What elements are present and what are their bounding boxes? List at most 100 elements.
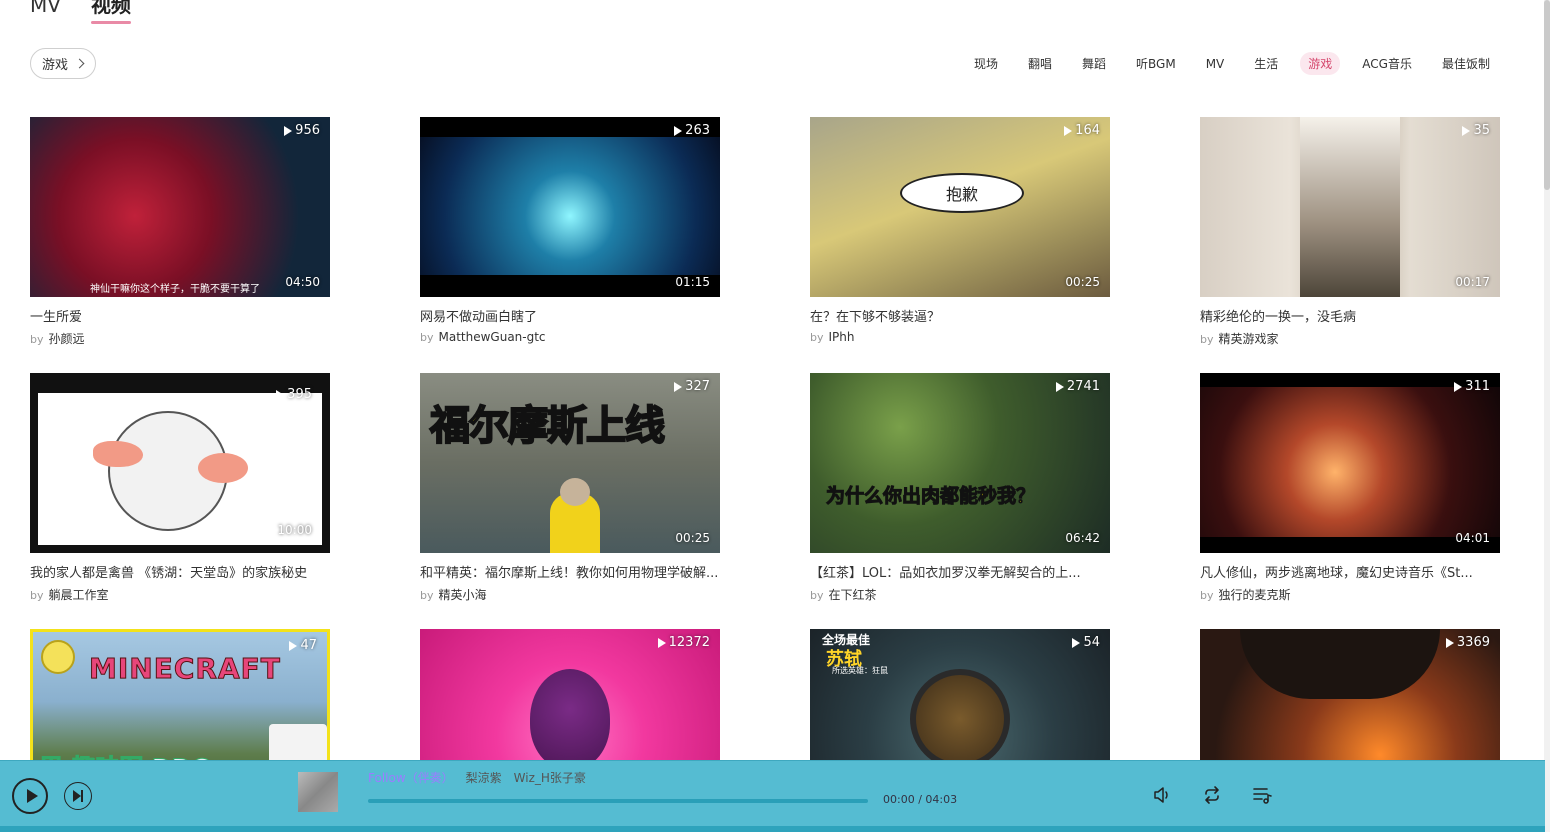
video-author: by MatthewGuan-gtc bbox=[420, 330, 546, 344]
tag-acg[interactable]: ACG音乐 bbox=[1354, 52, 1420, 75]
video-thumbnail[interactable]: 福尔摩斯上线 327 00:25 bbox=[420, 373, 720, 553]
play-count: 311 bbox=[1454, 379, 1490, 394]
tab-video[interactable]: 视频 bbox=[90, 0, 131, 24]
chevron-right-icon bbox=[74, 58, 85, 69]
video-title[interactable]: 【红茶】LOL：品如衣加罗汉拳无解契合的上... bbox=[810, 562, 1110, 581]
artist-name[interactable]: Wiz_H张子豪 bbox=[514, 769, 586, 786]
video-card: 263 01:15 网易不做动画白瞎了 by MatthewGuan-gtc bbox=[420, 117, 720, 344]
video-duration: 04:01 bbox=[1455, 531, 1490, 545]
video-title[interactable]: 凡人修仙，两步逃离地球，魔幻史诗音乐《St... bbox=[1200, 562, 1500, 581]
tag-mv[interactable]: MV bbox=[1198, 54, 1233, 74]
scrollbar-thumb[interactable] bbox=[1544, 0, 1550, 190]
scrollbar[interactable] bbox=[1544, 0, 1550, 832]
video-duration: 00:25 bbox=[1065, 275, 1100, 289]
play-count-icon bbox=[1064, 125, 1073, 136]
loop-icon[interactable] bbox=[1202, 785, 1222, 805]
video-thumbnail[interactable]: 抱歉 164 00:25 bbox=[810, 117, 1110, 297]
playlist-icon[interactable] bbox=[1252, 785, 1272, 805]
play-count: 395 bbox=[276, 387, 312, 402]
video-duration: 01:15 bbox=[675, 275, 710, 289]
author-link[interactable]: IPhh bbox=[829, 330, 855, 344]
tag-dance[interactable]: 舞蹈 bbox=[1074, 52, 1114, 75]
play-count-icon bbox=[289, 640, 298, 651]
tag-filter: 现场 翻唱 舞蹈 听BGM MV 生活 游戏 ACG音乐 最佳饭制 bbox=[956, 52, 1498, 75]
video-card: 抱歉 164 00:25 在？在下够不够装逼？ by IPhh bbox=[810, 117, 1110, 344]
category-label: 游戏 bbox=[42, 58, 69, 73]
play-count: 12372 bbox=[657, 635, 710, 650]
author-link[interactable]: 在下红茶 bbox=[829, 588, 877, 602]
video-duration: 06:42 bbox=[1065, 531, 1100, 545]
next-track-button[interactable] bbox=[64, 782, 92, 810]
song-info: Follow（伴奏） 梨涼紫 Wiz_H张子豪 bbox=[368, 769, 586, 786]
video-title[interactable]: 我的家人都是禽兽 《锈湖：天堂岛》的家族秘史 bbox=[30, 562, 330, 581]
video-title[interactable]: 一生所爱 bbox=[30, 306, 330, 325]
video-duration: 04:50 bbox=[285, 275, 320, 289]
play-count-icon bbox=[1454, 381, 1463, 392]
author-link[interactable]: MatthewGuan-gtc bbox=[439, 330, 546, 344]
music-player-bar: Follow（伴奏） 梨涼紫 Wiz_H张子豪 00:00 / 04:03 bbox=[0, 760, 1545, 832]
category-button[interactable]: 游戏 bbox=[30, 48, 97, 79]
author-link[interactable]: 独行的麦克斯 bbox=[1219, 588, 1291, 602]
play-count-icon bbox=[1445, 637, 1454, 648]
play-count: 263 bbox=[674, 123, 710, 138]
play-count-icon bbox=[276, 389, 285, 400]
thumbnail-overlay-text: 福尔摩斯上线 bbox=[429, 402, 666, 450]
tag-life[interactable]: 生活 bbox=[1246, 52, 1286, 75]
video-card: 神仙干嘛你这个样子，干脆不要干算了 956 04:50 一生所爱 by 孙颜远 bbox=[30, 117, 330, 346]
video-title[interactable]: 和平精英：福尔摩斯上线！教你如何用物理学破解... bbox=[420, 562, 720, 581]
video-author: by 独行的麦克斯 bbox=[1200, 588, 1291, 602]
play-count: 956 bbox=[284, 123, 320, 138]
video-title[interactable]: 在？在下够不够装逼？ bbox=[810, 306, 1110, 325]
video-page: MV 视频 游戏 现场 翻唱 舞蹈 听BGM MV 生活 游戏 ACG音乐 最佳… bbox=[0, 0, 1550, 832]
video-duration: 10:00 bbox=[277, 523, 312, 537]
video-card: 为什么你出肉都能秒我？ 2741 06:42 【红茶】LOL：品如衣加罗汉拳无解… bbox=[810, 373, 1110, 602]
play-count-icon bbox=[657, 637, 666, 648]
play-count-icon bbox=[1462, 125, 1471, 136]
video-author: by IPhh bbox=[810, 330, 855, 344]
video-thumbnail[interactable]: 神仙干嘛你这个样子，干脆不要干算了 956 04:50 bbox=[30, 117, 330, 297]
tag-game[interactable]: 游戏 bbox=[1300, 52, 1341, 75]
video-thumbnail[interactable]: 水桂 395 10:00 bbox=[30, 373, 330, 553]
play-count: 327 bbox=[674, 379, 710, 394]
video-card: 水桂 395 10:00 我的家人都是禽兽 《锈湖：天堂岛》的家族秘史 by躺晨… bbox=[30, 373, 330, 602]
video-thumbnail[interactable]: 311 04:01 bbox=[1200, 373, 1500, 553]
thumbnail-overlay-text: 为什么你出肉都能秒我？ bbox=[825, 485, 1036, 508]
play-count-icon bbox=[284, 125, 293, 136]
author-link[interactable]: 精英小海 bbox=[439, 588, 487, 602]
play-count: 47 bbox=[289, 638, 317, 653]
progress-bar[interactable] bbox=[368, 799, 868, 803]
video-card: 福尔摩斯上线 327 00:25 和平精英：福尔摩斯上线！教你如何用物理学破解.… bbox=[420, 373, 720, 602]
play-button[interactable] bbox=[12, 778, 48, 814]
tag-live[interactable]: 现场 bbox=[966, 52, 1006, 75]
video-card: 35 00:17 精彩绝伦的一换一，没毛病 by 精英游戏家 bbox=[1200, 117, 1500, 346]
play-count: 2741 bbox=[1055, 379, 1100, 394]
tag-best-fanmade[interactable]: 最佳饭制 bbox=[1434, 52, 1498, 75]
song-name[interactable]: Follow（伴奏） bbox=[368, 769, 454, 786]
author-link[interactable]: 孙颜远 bbox=[49, 332, 85, 346]
video-thumbnail[interactable]: 35 00:17 bbox=[1200, 117, 1500, 297]
video-author: by 精英游戏家 bbox=[1200, 332, 1279, 346]
volume-icon[interactable] bbox=[1152, 785, 1172, 805]
video-duration: 00:17 bbox=[1455, 275, 1490, 289]
tag-bgm[interactable]: 听BGM bbox=[1128, 52, 1184, 75]
video-duration: 00:25 bbox=[675, 531, 710, 545]
video-card: 311 04:01 凡人修仙，两步逃离地球，魔幻史诗音乐《St... by 独行的… bbox=[1200, 373, 1500, 602]
video-thumbnail[interactable]: 263 01:15 bbox=[420, 117, 720, 297]
thumbnail-overlay-text: MINECRAFT bbox=[89, 652, 281, 686]
video-thumbnail[interactable]: 为什么你出肉都能秒我？ 2741 06:42 bbox=[810, 373, 1110, 553]
speech-bubble: 抱歉 bbox=[900, 173, 1024, 213]
video-title[interactable]: 精彩绝伦的一换一，没毛病 bbox=[1200, 306, 1500, 325]
album-cover[interactable] bbox=[298, 772, 338, 812]
author-link[interactable]: 精英游戏家 bbox=[1219, 332, 1279, 346]
video-title[interactable]: 网易不做动画白瞎了 bbox=[420, 306, 720, 325]
tag-cover[interactable]: 翻唱 bbox=[1020, 52, 1060, 75]
smiley-icon bbox=[41, 640, 75, 674]
artist-name[interactable]: 梨涼紫 bbox=[466, 769, 502, 786]
play-count: 35 bbox=[1462, 123, 1490, 138]
play-count-icon bbox=[674, 381, 683, 392]
author-link[interactable]: 躺晨工作室 bbox=[49, 588, 109, 602]
top-tabs: MV 视频 bbox=[30, 0, 131, 24]
video-grid: 神仙干嘛你这个样子，干脆不要干算了 956 04:50 一生所爱 by 孙颜远 2… bbox=[30, 117, 1500, 809]
tab-mv[interactable]: MV bbox=[30, 0, 61, 18]
playback-time: 00:00 / 04:03 bbox=[883, 793, 958, 806]
